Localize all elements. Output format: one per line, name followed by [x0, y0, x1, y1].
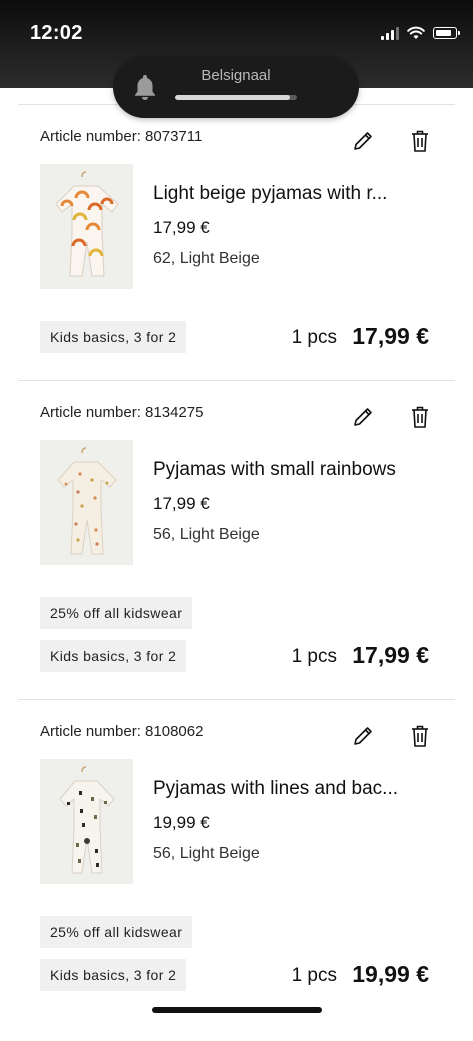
notification-pill[interactable]: Belsignaal [113, 56, 359, 118]
pencil-icon [354, 408, 372, 426]
delete-button[interactable] [407, 723, 433, 749]
article-number: Article number: 8134275 [40, 404, 204, 421]
promo-badge: 25% off all kidswear [40, 597, 193, 629]
line-total: 19,99 € [352, 961, 429, 987]
battery-icon [433, 27, 460, 39]
signal-icon [381, 26, 399, 40]
trash-icon [412, 130, 428, 152]
notification-progress [175, 95, 297, 100]
divider [18, 699, 455, 700]
product-price: 17,99 € [153, 218, 210, 237]
promo-badge: Kids basics, 3 for 2 [40, 959, 187, 991]
bell-icon [135, 75, 155, 100]
notification-progress-fill [175, 95, 290, 100]
pencil-icon [354, 727, 372, 745]
status-icons [381, 26, 460, 40]
article-number: Article number: 8073711 [40, 128, 203, 145]
line-total: 17,99 € [352, 323, 429, 349]
promo-badge: 25% off all kidswear [40, 916, 193, 948]
product-variant: 56, Light Beige [153, 845, 260, 862]
product-name[interactable]: Pyjamas with small rainbows [153, 459, 443, 481]
product-variant: 56, Light Beige [153, 526, 260, 543]
notification-title: Belsignaal [201, 67, 271, 84]
pencil-icon [354, 132, 372, 150]
delete-button[interactable] [407, 128, 433, 154]
article-number: Article number: 8108062 [40, 723, 204, 740]
delete-button[interactable] [407, 404, 433, 430]
product-image[interactable] [40, 440, 133, 565]
quantity[interactable]: 1 pcs [292, 965, 337, 987]
home-indicator[interactable] [152, 1007, 322, 1013]
promo-badge: Kids basics, 3 for 2 [40, 640, 187, 672]
cart-item: Article number: 8134275 Pyjamas with sma… [0, 404, 473, 722]
product-variant: 62, Light Beige [153, 250, 260, 267]
promo-badge: Kids basics, 3 for 2 [40, 321, 187, 353]
edit-button[interactable] [350, 723, 376, 749]
product-price: 19,99 € [153, 813, 210, 832]
line-total: 17,99 € [352, 642, 429, 668]
quantity[interactable]: 1 pcs [292, 327, 337, 349]
trash-icon [412, 406, 428, 428]
quantity[interactable]: 1 pcs [292, 646, 337, 668]
product-price: 17,99 € [153, 494, 210, 513]
status-time: 12:02 [30, 22, 83, 44]
wifi-icon [407, 26, 425, 39]
divider [18, 380, 455, 381]
product-image[interactable] [40, 164, 133, 289]
product-name[interactable]: Light beige pyjamas with r... [153, 183, 443, 205]
cart-item: Article number: 8073711 Light beige pyja… [0, 128, 473, 446]
cart-item: Article number: 8108062 Pyjamas with lin… [0, 723, 473, 1041]
trash-icon [412, 725, 428, 747]
product-image[interactable] [40, 759, 133, 884]
edit-button[interactable] [350, 404, 376, 430]
product-name[interactable]: Pyjamas with lines and bac... [153, 778, 443, 800]
edit-button[interactable] [350, 128, 376, 154]
